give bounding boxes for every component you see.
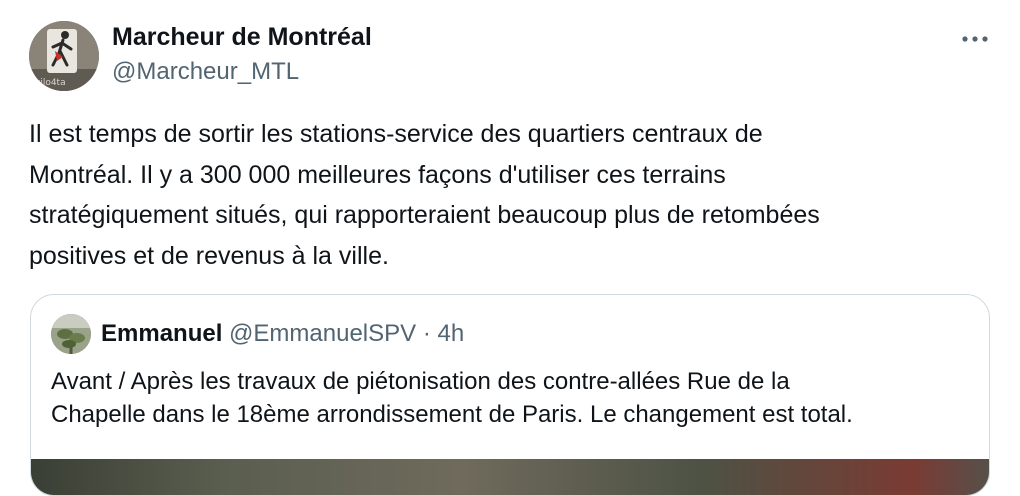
more-horizontal-icon	[962, 36, 988, 42]
plant-avatar-icon	[51, 314, 91, 354]
author-handle[interactable]: @Marcheur_MTL	[112, 57, 299, 87]
tweet-text: Il est temps de sortir les stations-serv…	[29, 120, 820, 270]
quoted-tweet-card[interactable]: Emmanuel @EmmanuelSPV · 4h Avant / Après…	[30, 294, 990, 496]
more-options-button[interactable]	[955, 22, 995, 56]
quoted-author-avatar[interactable]	[51, 314, 91, 354]
author-avatar[interactable]: vilo4ta	[29, 21, 99, 91]
quoted-display-name[interactable]: Emmanuel	[101, 320, 222, 347]
quoted-timestamp[interactable]: 4h	[438, 320, 465, 347]
quoted-media-preview[interactable]	[31, 459, 989, 495]
author-display-name[interactable]: Marcheur de Montréal	[112, 22, 372, 52]
quoted-tweet-text: Avant / Après les travaux de piétonisati…	[51, 368, 853, 428]
quoted-handle[interactable]: @EmmanuelSPV	[229, 320, 416, 347]
quoted-header: Emmanuel @EmmanuelSPV · 4h	[101, 319, 464, 349]
svg-text:vilo4ta: vilo4ta	[35, 78, 66, 88]
walker-sign-icon: vilo4ta	[29, 21, 99, 91]
quoted-separator: ·	[422, 320, 431, 347]
